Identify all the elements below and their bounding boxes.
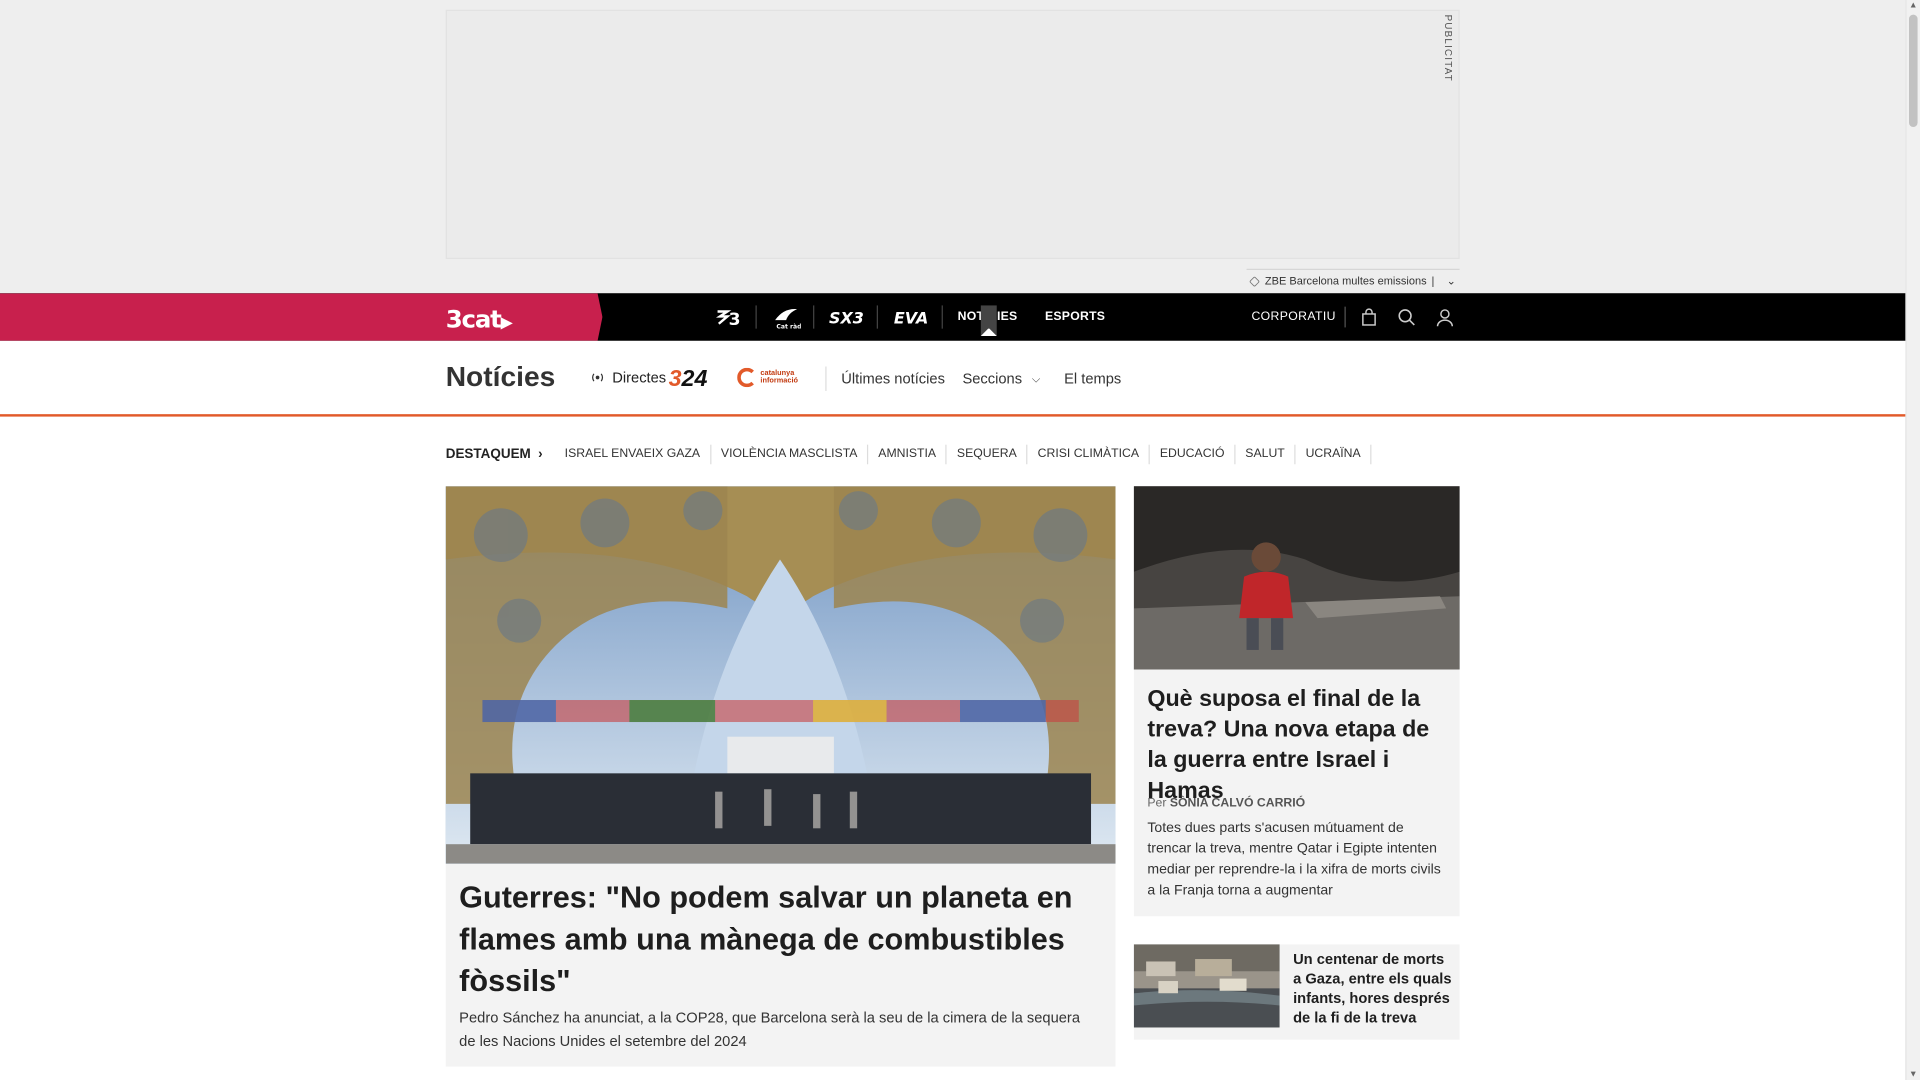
divider xyxy=(1344,306,1346,328)
mini-story-card[interactable]: Un centenar de morts a Gaza, entre els q… xyxy=(1133,944,1460,1040)
sections-label: Seccions xyxy=(962,370,1023,388)
tag-icon xyxy=(1249,275,1260,287)
catinfo-line1: catalunya xyxy=(760,370,795,378)
catalunya-informacio-logo[interactable]: catalunya informació xyxy=(737,367,798,388)
ad-banner[interactable] xyxy=(445,9,1460,260)
catinfo-line2: informació xyxy=(760,377,798,385)
trending-lead-label: DESTAQUEM xyxy=(445,447,531,462)
trending-item[interactable]: VIOLÈNCIA MASCLISTA xyxy=(711,444,869,465)
catradio-logo-icon: Cat ràdio xyxy=(774,308,800,329)
side-story-summary: Totes dues parts s'acusen mútuament de t… xyxy=(1147,820,1441,898)
scrollbar[interactable]: ▲ ▼ xyxy=(1905,0,1920,1080)
main-story-summary: Pedro Sánchez ha anunciat, a la COP28, q… xyxy=(459,1009,1080,1050)
section-header: Notícies Directes 324 catalunya informaci… xyxy=(0,340,1906,417)
trending-item[interactable]: ISRAEL ENVAEIX GAZA xyxy=(555,444,712,465)
svg-text:3: 3 xyxy=(729,309,741,326)
sx3-logo-icon: SX3 xyxy=(829,308,863,327)
channel-sx3[interactable]: SX3 xyxy=(814,293,878,341)
sections-dropdown[interactable]: Seccions ⌵ xyxy=(962,370,1040,387)
trending-item[interactable]: CRISI CLIMÀTICA xyxy=(1028,444,1151,465)
side-story-image[interactable] xyxy=(1133,486,1460,670)
corporate-link[interactable]: CORPORATIU xyxy=(1251,293,1335,341)
latest-news-link[interactable]: Últimes notícies xyxy=(841,370,945,387)
side-story-byline: Per SÒNIA CALVÓ CARRIÓ xyxy=(1147,797,1305,810)
chevron-down-icon[interactable]: ⌄ xyxy=(1447,274,1456,287)
ad-strip-sep: | xyxy=(1431,274,1435,288)
trending-topics: DESTAQUEM › ISRAEL ENVAEIX GAZA VIOLÈNCI… xyxy=(446,443,1372,465)
trending-lead[interactable]: DESTAQUEM › xyxy=(446,447,543,462)
main-story-card[interactable]: Guterres: "No podem salvar un planeta en… xyxy=(445,486,1116,1067)
search-icon[interactable] xyxy=(1396,307,1418,329)
user-icon[interactable] xyxy=(1434,307,1456,329)
trending-item[interactable]: AMNISTIA xyxy=(868,444,948,465)
scroll-up-icon[interactable]: ▲ xyxy=(1909,1,1917,10)
channel-esports[interactable]: ESPORTS xyxy=(1032,293,1118,341)
logo-324-three: 3 xyxy=(668,366,682,393)
brand-arrow-icon: ▶ xyxy=(500,313,513,333)
live-broadcast-icon xyxy=(592,373,604,382)
weather-link[interactable]: El temps xyxy=(1064,370,1121,387)
side-story-title[interactable]: Què suposa el final de la treva? Una nov… xyxy=(1147,684,1447,806)
top-navigation: 3cat▶ 3 Cat ràdio SX3 EVA NOTÍCIES ESPOR… xyxy=(0,293,1906,341)
trending-item[interactable]: SALUT xyxy=(1236,444,1296,465)
brand-name: 3cat xyxy=(445,304,502,334)
svg-text:EVA: EVA xyxy=(893,308,927,327)
brand-logo[interactable]: 3cat▶ xyxy=(445,304,513,334)
logo-324-number: 24 xyxy=(681,366,708,393)
scroll-down-icon[interactable]: ▼ xyxy=(1909,1070,1917,1079)
chevron-right-icon: › xyxy=(538,447,543,462)
divider xyxy=(825,366,827,391)
brand-block xyxy=(0,293,603,341)
byline-prefix: Per xyxy=(1147,796,1167,810)
ad-label: PUBLICITAT xyxy=(1442,14,1454,82)
svg-text:Cat ràdio: Cat ràdio xyxy=(776,322,800,329)
channel-noticies[interactable]: NOTÍCIES xyxy=(943,293,1032,341)
channel-catradio[interactable]: Cat ràdio xyxy=(757,293,815,341)
main-story-title[interactable]: Guterres: "No podem salvar un planeta en… xyxy=(459,877,1096,1002)
directes-link[interactable]: Directes xyxy=(590,369,666,386)
ad-search-strip[interactable]: ZBE Barcelona multes emissions | ⌄ xyxy=(1246,268,1460,292)
eva-logo-icon: EVA xyxy=(893,308,927,327)
shopping-bag-icon[interactable] xyxy=(1358,307,1380,329)
page-title[interactable]: Notícies xyxy=(446,360,556,393)
svg-text:SX3: SX3 xyxy=(829,308,863,327)
tv3-logo-icon: 3 xyxy=(715,309,741,327)
mini-story-image[interactable] xyxy=(1133,944,1280,1028)
side-story-card[interactable]: Què suposa el final de la treva? Una nov… xyxy=(1133,486,1460,917)
ad-zone: PUBLICITAT ZBE Barcelona multes emission… xyxy=(0,0,1906,294)
channel-324-logo[interactable]: 324 xyxy=(669,367,708,394)
trending-item[interactable]: UCRAÏNA xyxy=(1296,444,1372,465)
trending-item[interactable]: EDUCACIÓ xyxy=(1150,444,1236,465)
catinfo-circle-icon xyxy=(737,367,757,388)
ad-strip-text: ZBE Barcelona multes emissions xyxy=(1264,274,1427,288)
mini-story-title[interactable]: Un centenar de morts a Gaza, entre els q… xyxy=(1293,949,1452,1027)
directes-label: Directes xyxy=(612,368,667,387)
trending-item[interactable]: SEQUERA xyxy=(947,444,1028,465)
author-link[interactable]: SÒNIA CALVÓ CARRIÓ xyxy=(1170,797,1305,810)
chevron-down-icon: ⌵ xyxy=(1031,372,1041,385)
scrollbar-thumb[interactable] xyxy=(1908,14,1918,128)
channel-eva[interactable]: EVA xyxy=(878,293,943,341)
main-story-image[interactable] xyxy=(445,486,1116,864)
channel-tv3[interactable]: 3 xyxy=(700,293,757,341)
